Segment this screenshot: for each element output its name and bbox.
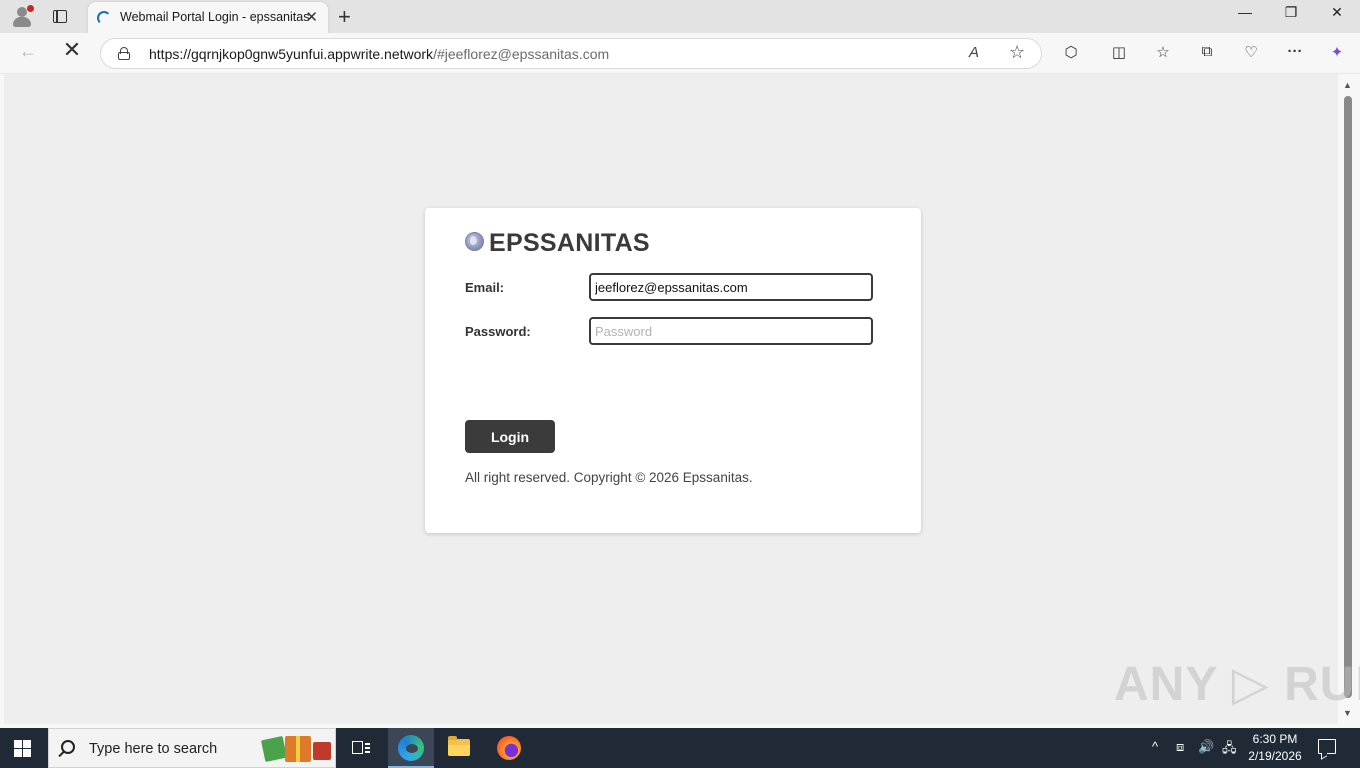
notification-center-icon[interactable] (1318, 739, 1336, 754)
search-placeholder: Type here to search (89, 741, 218, 757)
taskbar: Type here to search ^ ⧈ 🔊 🖧 6:30 PM 2/19… (0, 728, 1360, 768)
site-info-lock-icon[interactable] (118, 47, 130, 60)
tray-chevron-icon[interactable]: ^ (1152, 739, 1158, 754)
back-button[interactable]: ← (14, 41, 42, 65)
search-highlight-gifts-icon[interactable] (260, 735, 331, 763)
url-text[interactable]: https://gqrnjkop0gnw5yunfui.appwrite.net… (149, 46, 609, 62)
taskbar-edge[interactable] (388, 728, 434, 768)
maximize-button[interactable]: ❐ (1268, 4, 1314, 21)
scroll-up-icon[interactable]: ▲ (1343, 80, 1352, 90)
address-bar[interactable]: https://gqrnjkop0gnw5yunfui.appwrite.net… (100, 38, 1042, 69)
brand-name: EPSSANITAS (489, 229, 650, 257)
page-viewport: EPSSANITAS Email: Password: Login All ri… (4, 74, 1338, 724)
close-window-button[interactable]: ✕ (1314, 4, 1360, 21)
password-field[interactable] (589, 317, 873, 345)
browser-essentials-icon[interactable]: ♡ (1240, 43, 1262, 65)
taskbar-firefox[interactable] (486, 728, 532, 768)
read-aloud-icon[interactable]: A (969, 44, 979, 61)
email-field[interactable] (589, 273, 873, 301)
vertical-scrollbar[interactable]: ▲ ▼ (1340, 74, 1356, 724)
globe-icon (465, 232, 484, 251)
volume-icon[interactable]: 🔊 (1198, 739, 1214, 755)
tab-active[interactable]: Webmail Portal Login - epssanitas ✕ (88, 2, 328, 33)
edge-browser-icon (398, 735, 424, 761)
loading-spinner-icon (97, 11, 111, 25)
system-clock[interactable]: 6:30 PM 2/19/2026 (1240, 731, 1310, 765)
tab-title: Webmail Portal Login - epssanitas (120, 10, 310, 24)
tab-strip: Webmail Portal Login - epssanitas ✕ + — … (0, 0, 1360, 33)
taskbar-search-box[interactable]: Type here to search (48, 728, 336, 768)
url-path: /#jeeflorez@epssanitas.com (433, 46, 610, 62)
clock-time: 6:30 PM (1252, 732, 1298, 746)
firefox-icon (497, 736, 521, 760)
clock-date: 2/19/2026 (1248, 749, 1302, 763)
profile-icon[interactable] (8, 5, 36, 29)
login-button[interactable]: Login (465, 420, 555, 453)
password-label: Password: (465, 324, 531, 339)
collections-icon[interactable]: ⧉ (1196, 43, 1218, 65)
url-host: https://gqrnjkop0gnw5yunfui.appwrite.net… (149, 46, 434, 62)
copilot-icon[interactable]: ✦ (1326, 43, 1348, 65)
network-icon[interactable]: 🖧 (1222, 739, 1237, 761)
task-view-icon[interactable] (352, 740, 370, 756)
favorite-star-icon[interactable]: ☆ (1009, 42, 1025, 63)
login-card: EPSSANITAS Email: Password: Login All ri… (425, 208, 921, 533)
meet-now-icon[interactable]: ⧈ (1176, 739, 1184, 755)
favorites-icon[interactable]: ☆ (1152, 43, 1174, 65)
navigation-bar: ← ✕ https://gqrnjkop0gnw5yunfui.appwrite… (0, 33, 1360, 74)
minimize-button[interactable]: — (1222, 4, 1268, 20)
anyrun-watermark: ANY ▷ RUN (1114, 658, 1360, 711)
extensions-icon[interactable]: ⬡ (1060, 43, 1082, 65)
split-screen-icon[interactable]: ◫ (1108, 43, 1130, 65)
file-explorer-icon (448, 736, 470, 756)
email-label: Email: (465, 280, 505, 295)
tab-actions-icon[interactable] (48, 7, 72, 27)
new-tab-button[interactable]: + (338, 4, 351, 30)
copyright-text: All right reserved. Copyright © 2026 Eps… (465, 470, 753, 485)
tab-close-icon[interactable]: ✕ (305, 8, 318, 26)
scrollbar-thumb[interactable] (1344, 96, 1352, 698)
start-button[interactable] (14, 740, 31, 757)
more-options-icon[interactable]: ··· (1284, 43, 1306, 65)
taskbar-file-explorer[interactable] (436, 728, 482, 768)
stop-loading-button[interactable]: ✕ (58, 37, 86, 62)
search-icon (61, 740, 75, 754)
